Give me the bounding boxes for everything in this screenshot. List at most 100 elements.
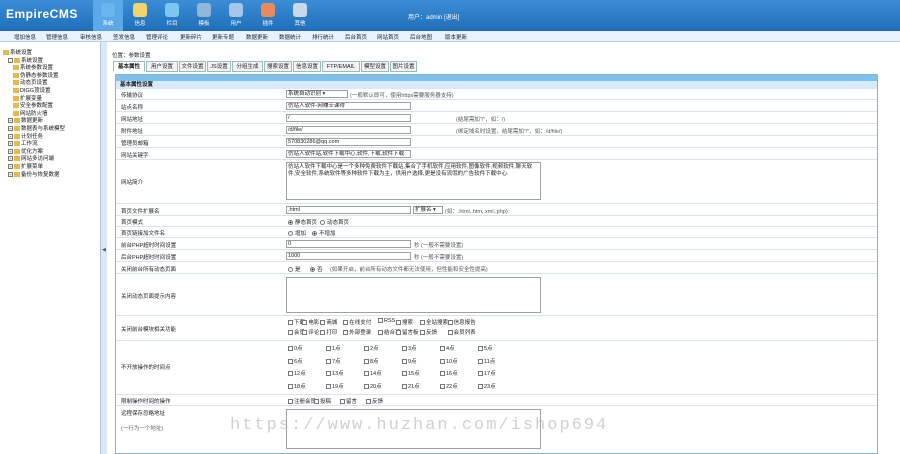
checkbox-box[interactable]	[302, 320, 308, 326]
menu-link-0[interactable]: 增加信息	[14, 33, 36, 41]
indexext-input[interactable]: .html	[286, 206, 411, 214]
checkbox-box[interactable]	[478, 358, 483, 364]
checkbox-box[interactable]	[478, 383, 483, 389]
checkbox-box[interactable]	[366, 399, 371, 405]
checkbox-box[interactable]	[420, 330, 425, 336]
hour-checkbox[interactable]: 14点	[364, 369, 382, 377]
checkbox-box[interactable]	[378, 318, 383, 324]
hour-checkbox[interactable]: 18点	[288, 382, 306, 390]
module-checkbox[interactable]: 外部登录	[343, 328, 371, 336]
expand-toggle-icon[interactable]: +	[8, 156, 13, 162]
hour-checkbox[interactable]: 10点	[440, 357, 458, 365]
collapse-arrow-icon[interactable]: ◀	[102, 247, 106, 253]
hour-checkbox[interactable]: 22点	[440, 382, 458, 390]
menu-link-6[interactable]: 更新专题	[212, 33, 234, 41]
keywords-input[interactable]: 仿站人软件站,软件下载中心,软件,下载,软件下载	[286, 150, 411, 158]
module-checkbox[interactable]: 电影	[302, 318, 319, 326]
checkbox-box[interactable]	[326, 346, 331, 352]
menu-link-12[interactable]: 后台地图	[410, 33, 432, 41]
hour-checkbox[interactable]: 0点	[288, 344, 303, 352]
checkbox-box[interactable]	[288, 371, 293, 377]
close-tip-textarea[interactable]	[286, 277, 541, 313]
indexext-select[interactable]: 扩展名 ▾	[413, 206, 443, 214]
checkbox-box[interactable]	[343, 320, 349, 326]
hour-checkbox[interactable]: 15点	[402, 369, 420, 377]
top-nav-system[interactable]: 系统	[93, 0, 123, 31]
checkbox-box[interactable]	[478, 346, 483, 352]
hour-checkbox[interactable]: 9点	[402, 357, 417, 365]
module-checkbox[interactable]: 商城	[320, 318, 337, 326]
hour-checkbox[interactable]: 12点	[288, 369, 306, 377]
checkbox-box[interactable]	[288, 383, 293, 389]
module-checkbox[interactable]: 全站搜索	[420, 318, 448, 326]
limit-checkbox[interactable]: 留言	[340, 397, 357, 405]
checkbox-box[interactable]	[343, 330, 349, 336]
checkbox-box[interactable]	[478, 371, 483, 377]
top-nav-info[interactable]: 信息	[125, 0, 155, 31]
checkbox-box[interactable]	[340, 399, 345, 405]
sidebar-item-16[interactable]: + 备份与恢复数据	[8, 170, 60, 178]
checkbox-box[interactable]	[288, 346, 293, 352]
tab-1[interactable]: 用户设置	[146, 61, 178, 72]
limit-checkbox[interactable]: 注册会员	[288, 397, 316, 405]
hour-checkbox[interactable]: 13点	[326, 369, 344, 377]
menu-link-10[interactable]: 后台首页	[345, 33, 367, 41]
protocol-select[interactable]: 系统自动识别 ▾	[286, 90, 348, 98]
limit-checkbox[interactable]: 投稿	[314, 397, 331, 405]
tab-5[interactable]: 搜索设置	[264, 61, 292, 72]
tab-6[interactable]: 信息设置	[293, 61, 321, 72]
intro-textarea[interactable]: 仿站人软件下载中心是一个多种免费软件下载站,集合了手机软件,应用软件,图像软件,…	[286, 162, 541, 200]
module-checkbox[interactable]: 在线支付	[343, 318, 371, 326]
hour-checkbox[interactable]: 2点	[364, 344, 379, 352]
menu-link-3[interactable]: 签发信息	[113, 33, 135, 41]
hour-checkbox[interactable]: 20点	[364, 382, 382, 390]
siteurl-input[interactable]: /	[286, 114, 411, 122]
tab-4[interactable]: 分组生成	[232, 61, 263, 72]
checkbox-box[interactable]	[402, 358, 407, 364]
checkbox-box[interactable]	[440, 383, 445, 389]
expand-toggle-icon[interactable]: +	[8, 164, 13, 170]
checkbox-box[interactable]	[314, 399, 319, 405]
menu-link-8[interactable]: 数据统计	[279, 33, 301, 41]
close-dynamic-no-radio[interactable]: 否	[310, 265, 323, 273]
checkbox-box[interactable]	[447, 320, 453, 326]
tab-7[interactable]: FTP/EMAIL	[322, 61, 360, 72]
close-dynamic-yes-radio[interactable]: 是	[288, 265, 301, 273]
checkbox-box[interactable]	[302, 330, 308, 336]
checkbox-box[interactable]	[288, 320, 293, 326]
expand-toggle-icon[interactable]: +	[8, 171, 13, 177]
checkbox-box[interactable]	[378, 330, 383, 336]
checkbox-box[interactable]	[364, 346, 369, 352]
hour-checkbox[interactable]: 23点	[478, 382, 496, 390]
hour-checkbox[interactable]: 3点	[402, 344, 417, 352]
tab-2[interactable]: 文件设置	[179, 61, 206, 72]
checkbox-box[interactable]	[320, 330, 326, 336]
checkbox-box[interactable]	[320, 320, 326, 326]
menu-link-5[interactable]: 更新碎片	[180, 33, 202, 41]
hour-checkbox[interactable]: 4点	[440, 344, 455, 352]
indexmode-dynamic-radio[interactable]: 动态首页	[320, 218, 349, 226]
sitename-input[interactable]: 仿站人软件-网赚士课得	[286, 102, 411, 110]
tab-9[interactable]: 图片设置	[390, 61, 417, 72]
checkbox-box[interactable]	[396, 330, 401, 336]
checkbox-box[interactable]	[288, 330, 293, 336]
front-timeout-input[interactable]: 0	[286, 240, 411, 248]
module-checkbox[interactable]: 会员列表	[447, 328, 476, 336]
hour-checkbox[interactable]: 8点	[364, 357, 379, 365]
checkbox-box[interactable]	[364, 358, 369, 364]
indexmode-static-radio[interactable]: 静态首页	[288, 218, 317, 226]
indexlink-noadd-radio[interactable]: 不增加	[312, 229, 336, 237]
module-checkbox[interactable]: RSS	[378, 318, 395, 324]
sidebar-splitter[interactable]: ◀	[101, 42, 107, 454]
checkbox-box[interactable]	[402, 346, 407, 352]
menu-link-4[interactable]: 管理评论	[146, 33, 168, 41]
module-checkbox[interactable]: 搜索	[396, 318, 413, 326]
menu-link-2[interactable]: 审核信息	[80, 33, 102, 41]
expand-toggle-icon[interactable]: +	[8, 141, 13, 147]
checkbox-box[interactable]	[326, 371, 331, 377]
hour-checkbox[interactable]: 11点	[478, 357, 495, 365]
module-checkbox[interactable]: 留言板	[396, 328, 419, 336]
hour-checkbox[interactable]: 16点	[440, 369, 458, 377]
expand-toggle-icon[interactable]: +	[8, 118, 13, 124]
email-input[interactable]: 570830286@qq.com	[286, 138, 411, 146]
